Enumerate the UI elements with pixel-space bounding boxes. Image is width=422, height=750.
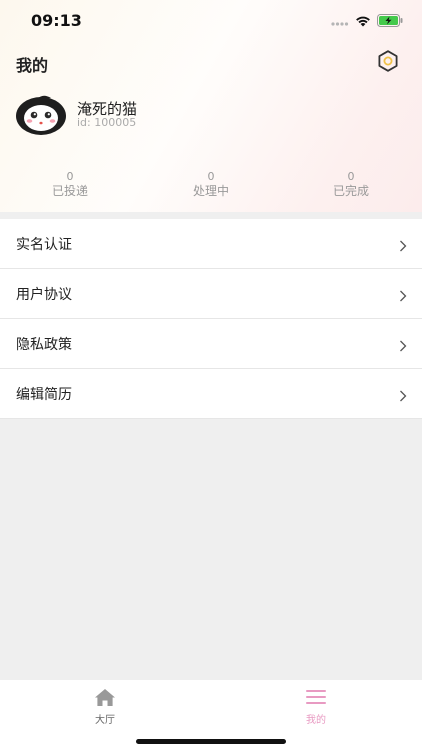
signal-icon xyxy=(331,12,349,31)
home-indicator xyxy=(136,739,286,744)
stat-label: 已投递 xyxy=(51,184,88,198)
application-stats: 0 已投递 0 处理中 0 已完成 xyxy=(0,170,422,200)
settings-button[interactable] xyxy=(375,50,401,76)
menu-item-label: 实名认证 xyxy=(16,236,72,253)
profile-screen: 09:13 我的 淹死的猫 id: 100005 0 已投递 0 处理中 0 已… xyxy=(0,0,422,750)
stat-submitted[interactable]: 0 已投递 xyxy=(30,170,110,199)
menu-item-privacy-policy[interactable]: 隐私政策 xyxy=(0,319,422,369)
menu-icon xyxy=(286,686,346,708)
settings-hexagon-icon xyxy=(376,49,400,77)
settings-menu: 实名认证 用户协议 隐私政策 编辑简历 xyxy=(0,219,422,419)
menu-item-user-agreement[interactable]: 用户协议 xyxy=(0,269,422,319)
tab-label: 我的 xyxy=(306,715,326,726)
stat-count: 0 xyxy=(347,170,355,183)
stat-count: 0 xyxy=(66,170,74,183)
page-title: 我的 xyxy=(16,56,49,75)
chevron-right-icon xyxy=(399,337,407,352)
wifi-icon xyxy=(355,12,371,31)
battery-charging-icon xyxy=(377,12,404,31)
user-id: id: 100005 xyxy=(77,116,137,129)
stat-count: 0 xyxy=(207,170,215,183)
menu-item-label: 用户协议 xyxy=(16,286,72,303)
status-time: 09:13 xyxy=(31,11,82,30)
home-icon xyxy=(75,686,135,708)
menu-item-label: 编辑简历 xyxy=(16,386,72,403)
status-icons xyxy=(331,12,404,31)
menu-item-verification[interactable]: 实名认证 xyxy=(0,219,422,269)
stat-label: 已完成 xyxy=(332,184,369,198)
stat-label: 处理中 xyxy=(192,184,229,198)
tab-lobby[interactable]: 大厅 xyxy=(75,686,135,726)
menu-item-edit-resume[interactable]: 编辑简历 xyxy=(0,369,422,419)
menu-item-label: 隐私政策 xyxy=(16,336,72,353)
stat-completed[interactable]: 0 已完成 xyxy=(311,170,391,199)
avatar[interactable] xyxy=(15,94,67,136)
tab-label: 大厅 xyxy=(95,715,115,726)
chevron-right-icon xyxy=(399,387,407,402)
status-bar: 09:13 xyxy=(0,0,422,40)
chevron-right-icon xyxy=(399,237,407,252)
tab-mine[interactable]: 我的 xyxy=(286,686,346,726)
chevron-right-icon xyxy=(399,287,407,302)
stat-processing[interactable]: 0 处理中 xyxy=(171,170,251,199)
